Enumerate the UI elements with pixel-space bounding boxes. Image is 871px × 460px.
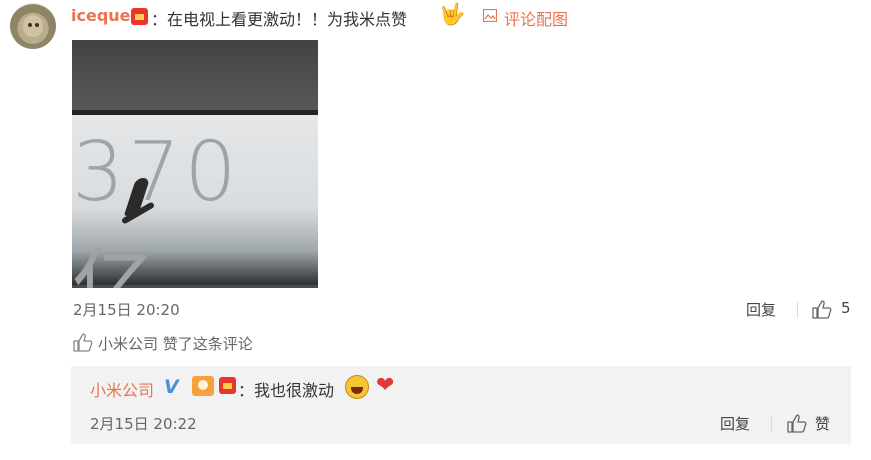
photo-screen-text: 370亿 (72, 125, 241, 288)
divider (771, 416, 772, 432)
reply-timestamp: 2月15日 20:22 (90, 415, 197, 433)
red-badge-icon (219, 377, 236, 394)
avatar[interactable] (10, 3, 56, 49)
reply-button[interactable]: 回复 (746, 299, 776, 320)
comment-photo[interactable]: 370亿 (72, 40, 318, 288)
comment-username[interactable]: iceque (71, 6, 131, 25)
red-badge-icon (131, 8, 148, 25)
picture-icon[interactable] (483, 9, 497, 22)
reply-text: ：我也很激动 (238, 381, 335, 400)
reply-reply-button[interactable]: 回复 (720, 413, 750, 434)
thumbs-up-icon[interactable] (811, 298, 833, 320)
rock-hand-emoji-icon: 🤟 (439, 2, 466, 26)
fan-badge-icon (192, 376, 214, 396)
liked-by-text[interactable]: 小米公司 赞了这条评论 (98, 333, 253, 354)
comment-text: ：在电视上看更激动！！为我米点赞 (151, 10, 408, 29)
verified-icon: V (164, 376, 179, 398)
thumbs-up-icon[interactable] (786, 412, 808, 434)
avatar-eye (28, 23, 32, 27)
reply-username[interactable]: 小米公司 (90, 377, 154, 401)
reply-like-button[interactable]: 赞 (815, 413, 830, 434)
like-count: 5 (841, 299, 851, 317)
laugh-emoji-icon (345, 375, 369, 399)
avatar-eye (35, 23, 39, 27)
divider (797, 302, 798, 318)
view-image-link[interactable]: 评论配图 (504, 6, 568, 30)
thumbs-up-icon (73, 333, 93, 352)
heart-icon: ❤ (376, 373, 395, 398)
avatar-face (23, 15, 43, 37)
comment-timestamp: 2月15日 20:20 (73, 301, 180, 319)
